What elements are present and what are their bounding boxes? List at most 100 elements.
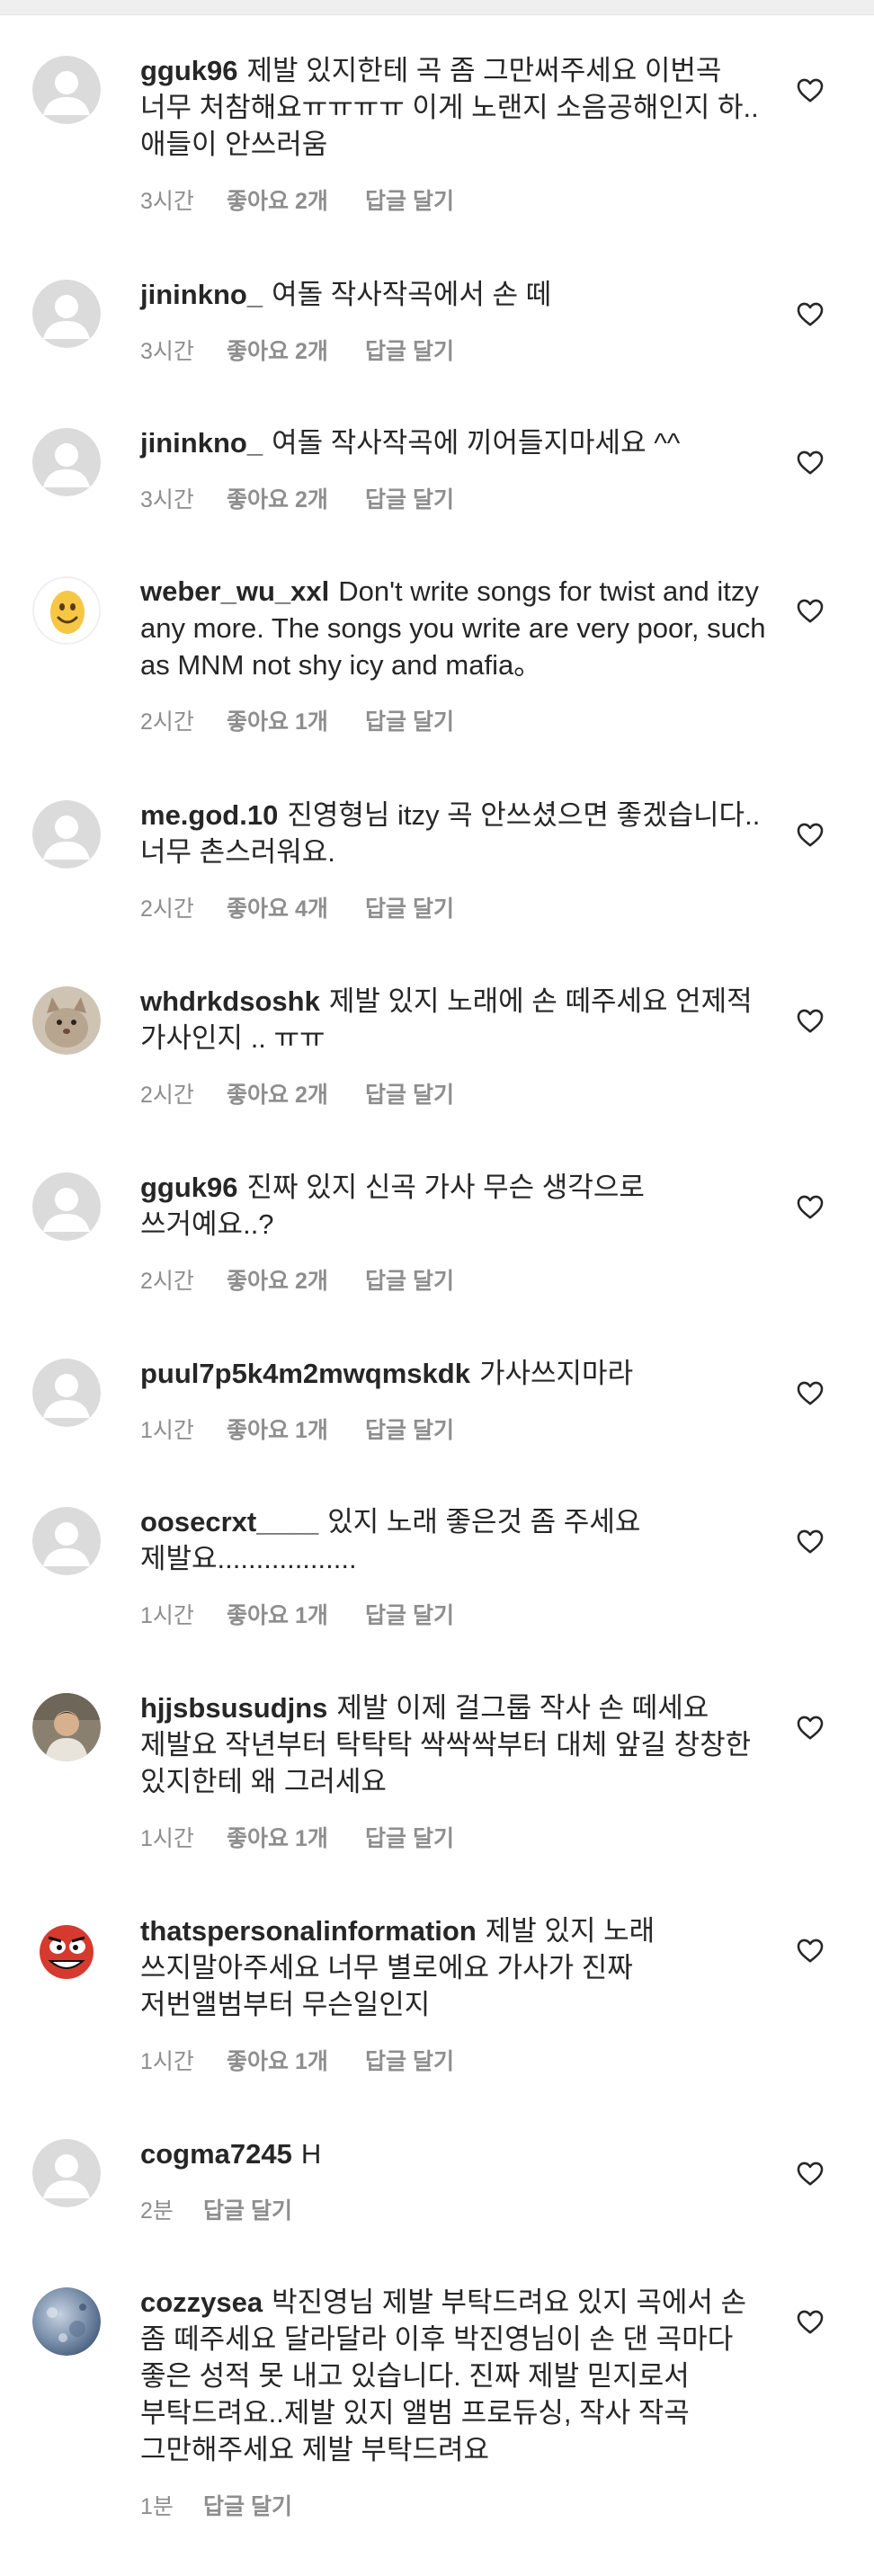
comment-time: 3시간 bbox=[140, 189, 194, 214]
heart-icon[interactable] bbox=[795, 2306, 825, 2337]
comment-username[interactable]: hjjsbsusudjns bbox=[140, 1692, 327, 1724]
comment-likes[interactable]: 좋아요 2개 bbox=[227, 188, 365, 215]
comment-time: 2시간 bbox=[140, 709, 194, 735]
comment-likes[interactable]: 좋아요 2개 bbox=[227, 338, 365, 365]
comment-body: me.god.10 진영형님 itzy 곡 안쓰셨으면 좋겠습니다.. 너무 촌스… bbox=[140, 797, 770, 923]
comment-username[interactable]: puul7p5k4m2mwqmskdk bbox=[140, 1358, 470, 1389]
red-cartoon-avatar[interactable] bbox=[32, 1916, 101, 1984]
person-silhouette-icon[interactable] bbox=[32, 1507, 101, 1575]
reply-button[interactable]: 답글 달기 bbox=[365, 188, 454, 215]
comment-meta: 2시간 좋아요 2개 답글 달기 bbox=[140, 1082, 770, 1109]
comment-content: 여돌 작사작곡에서 손 떼 bbox=[272, 279, 552, 310]
person-silhouette-icon[interactable] bbox=[32, 56, 101, 124]
cat-photo-avatar[interactable] bbox=[32, 986, 101, 1055]
comment-likes[interactable]: 좋아요 2개 bbox=[227, 1268, 365, 1295]
comment-meta: 2분 답글 달기 bbox=[140, 2197, 770, 2224]
comment-likes[interactable]: 좋아요 2개 bbox=[227, 486, 365, 513]
comment-text: cogma7245 H bbox=[140, 2135, 770, 2172]
comment-body: cogma7245 H 2분 답글 달기 bbox=[140, 2135, 770, 2224]
comment-body: cozzysea 박진영님 제발 부탁드려요 있지 곡에서 손 좀 떼주세요 달라… bbox=[140, 2284, 770, 2520]
reply-button[interactable]: 답글 달기 bbox=[365, 2048, 454, 2075]
heart-icon[interactable] bbox=[795, 595, 825, 626]
comment-likes[interactable]: 좋아요 1개 bbox=[227, 2048, 365, 2075]
heart-icon[interactable] bbox=[795, 1377, 825, 1408]
comment-content: 여돌 작사작곡에 끼어들지마세요 ^^ bbox=[272, 427, 681, 459]
reply-button[interactable]: 답글 달기 bbox=[365, 486, 454, 513]
comment-username[interactable]: jininkno_ bbox=[140, 427, 263, 459]
person-silhouette-icon[interactable] bbox=[32, 1359, 101, 1427]
reply-button[interactable]: 답글 달기 bbox=[365, 1417, 454, 1444]
comment-meta: 2시간 좋아요 4개 답글 달기 bbox=[140, 896, 770, 923]
comment-username[interactable]: gguk96 bbox=[140, 55, 238, 86]
comment-text: whdrkdsoshk 제발 있지 노래에 손 떼주세요 언제적 가사인지 .. … bbox=[140, 983, 770, 1056]
comment-likes[interactable]: 좋아요 1개 bbox=[227, 1602, 365, 1629]
comment-username[interactable]: cogma7245 bbox=[140, 2138, 292, 2170]
comment-likes[interactable]: 좋아요 1개 bbox=[227, 1417, 365, 1444]
reply-button[interactable]: 답글 달기 bbox=[365, 1082, 454, 1109]
comment-text: gguk96 진짜 있지 신곡 가사 무슨 생각으로 쓰거예요..? bbox=[140, 1169, 770, 1243]
comment-username[interactable]: oosecrxt____ bbox=[140, 1506, 318, 1538]
heart-icon[interactable] bbox=[795, 1005, 825, 1036]
comment-text: cozzysea 박진영님 제발 부탁드려요 있지 곡에서 손 좀 떼주세요 달라… bbox=[140, 2284, 770, 2468]
comment-meta: 1시간 좋아요 1개 답글 달기 bbox=[140, 1602, 770, 1629]
comment-body: hjjsbsusudjns 제발 이제 걸그룹 작사 손 떼세요 제발요 작년부터… bbox=[140, 1689, 770, 1852]
comment-username[interactable]: jininkno_ bbox=[140, 279, 263, 310]
heart-icon[interactable] bbox=[795, 299, 825, 329]
reply-button[interactable]: 답글 달기 bbox=[365, 338, 454, 365]
heart-icon[interactable] bbox=[795, 447, 825, 477]
comment-body: whdrkdsoshk 제발 있지 노래에 손 떼주세요 언제적 가사인지 .. … bbox=[140, 983, 770, 1109]
reply-button[interactable]: 답글 달기 bbox=[365, 709, 454, 735]
heart-icon[interactable] bbox=[795, 1712, 825, 1743]
comment-time: 1시간 bbox=[140, 1826, 194, 1851]
comment-time: 1시간 bbox=[140, 1418, 194, 1443]
comment-likes[interactable]: 좋아요 1개 bbox=[227, 1825, 365, 1852]
comment-time: 3시간 bbox=[140, 487, 194, 513]
reply-button[interactable]: 답글 달기 bbox=[365, 896, 454, 923]
comment-time: 1분 bbox=[140, 2494, 174, 2519]
comment-body: weber_wu_xxl Don't write songs for twist … bbox=[140, 573, 770, 735]
person-silhouette-icon[interactable] bbox=[32, 1172, 101, 1241]
comment-meta: 1시간 좋아요 1개 답글 달기 bbox=[140, 1417, 770, 1444]
comment-time: 2시간 bbox=[140, 896, 194, 922]
comment-text: jininkno_ 여돌 작사작곡에 끼어들지마세요 ^^ bbox=[140, 424, 770, 461]
person-photo-avatar[interactable] bbox=[32, 1693, 101, 1761]
comment-username[interactable]: cozzysea bbox=[140, 2286, 263, 2318]
heart-icon[interactable] bbox=[795, 819, 825, 850]
reply-button[interactable]: 답글 달기 bbox=[365, 1825, 454, 1852]
heart-icon[interactable] bbox=[795, 2158, 825, 2188]
comment-meta: 3시간 좋아요 2개 답글 달기 bbox=[140, 486, 770, 513]
person-silhouette-icon[interactable] bbox=[32, 2139, 101, 2207]
reply-button[interactable]: 답글 달기 bbox=[203, 2493, 292, 2520]
person-silhouette-icon[interactable] bbox=[32, 428, 101, 496]
heart-icon[interactable] bbox=[795, 1526, 825, 1556]
comment-username[interactable]: whdrkdsoshk bbox=[140, 985, 320, 1017]
blue-texture-avatar[interactable] bbox=[32, 2287, 101, 2356]
person-silhouette-icon[interactable] bbox=[32, 280, 101, 348]
comment-text: oosecrxt____ 있지 노래 좋은것 좀 주세요 제발요.........… bbox=[140, 1503, 770, 1577]
comment-body: gguk96 제발 있지한테 곡 좀 그만써주세요 이번곡 너무 처참해요ㅠㅠㅠㅠ… bbox=[140, 52, 770, 215]
comment-meta: 1분 답글 달기 bbox=[140, 2493, 770, 2520]
comment-likes[interactable]: 좋아요 4개 bbox=[227, 896, 365, 923]
comment-username[interactable]: me.god.10 bbox=[140, 799, 278, 831]
comment-username[interactable]: thatspersonalinformation bbox=[140, 1915, 477, 1947]
heart-icon[interactable] bbox=[795, 75, 825, 105]
reply-button[interactable]: 답글 달기 bbox=[365, 1268, 454, 1295]
comment-meta: 1시간 좋아요 1개 답글 달기 bbox=[140, 2048, 770, 2075]
smiley-emoji-avatar[interactable] bbox=[32, 576, 101, 645]
comment-likes[interactable]: 좋아요 2개 bbox=[227, 1082, 365, 1109]
comment-username[interactable]: gguk96 bbox=[140, 1172, 238, 1203]
comment-username[interactable]: weber_wu_xxl bbox=[140, 575, 329, 607]
heart-icon[interactable] bbox=[795, 1191, 825, 1222]
comment-time: 1시간 bbox=[140, 1603, 194, 1628]
heart-icon[interactable] bbox=[795, 1935, 825, 1965]
comment-text: me.god.10 진영형님 itzy 곡 안쓰셨으면 좋겠습니다.. 너무 촌스… bbox=[140, 797, 770, 870]
comment-text: jininkno_ 여돌 작사작곡에서 손 떼 bbox=[140, 276, 770, 313]
comment-meta: 1시간 좋아요 1개 답글 달기 bbox=[140, 1825, 770, 1852]
reply-button[interactable]: 답글 달기 bbox=[365, 1602, 454, 1629]
top-strip bbox=[0, 0, 874, 15]
person-silhouette-icon[interactable] bbox=[32, 800, 101, 869]
comment-text: hjjsbsusudjns 제발 이제 걸그룹 작사 손 떼세요 제발요 작년부터… bbox=[140, 1689, 770, 1800]
reply-button[interactable]: 답글 달기 bbox=[203, 2197, 292, 2224]
comment-likes[interactable]: 좋아요 1개 bbox=[227, 709, 365, 735]
comment-text: weber_wu_xxl Don't write songs for twist … bbox=[140, 573, 770, 683]
